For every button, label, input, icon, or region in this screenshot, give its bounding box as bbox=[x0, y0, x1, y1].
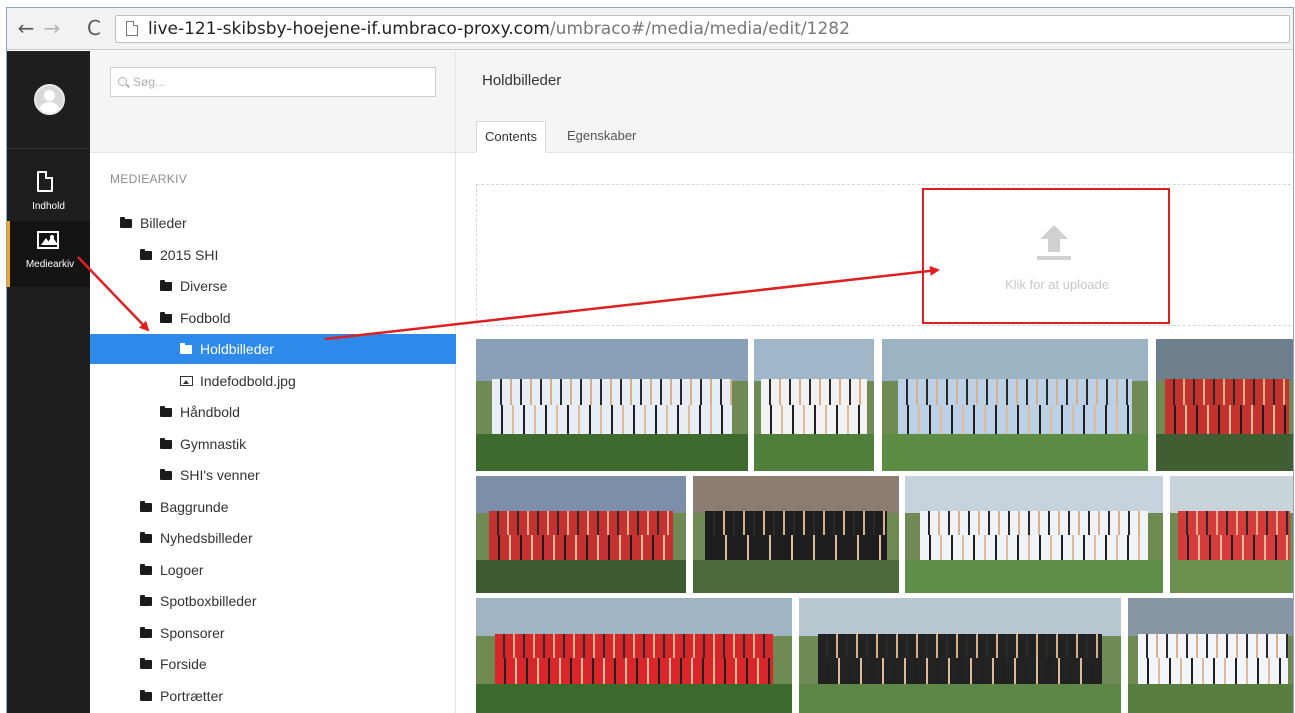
tree-node[interactable]: 2015 SHI bbox=[90, 240, 456, 270]
app-item-label: Indhold bbox=[32, 201, 65, 212]
folder-icon bbox=[160, 280, 172, 291]
tree-section-title: MEDIEARKIV bbox=[110, 172, 188, 186]
address-bar[interactable]: live-121-skibsby-hoejene-if.umbraco-prox… bbox=[115, 15, 1290, 43]
folder-icon bbox=[140, 563, 152, 575]
tree-node-label: Holdbilleder bbox=[200, 341, 274, 357]
tab-egenskaber[interactable]: Egenskaber bbox=[559, 121, 644, 153]
folder-icon bbox=[140, 595, 152, 606]
back-arrow-icon[interactable]: ← bbox=[15, 17, 37, 39]
tree-node-label: Fodbold bbox=[180, 309, 231, 326]
url-path: /umbraco#/media/media/edit/1282 bbox=[549, 19, 850, 39]
tree-node-label: Diverse bbox=[180, 278, 228, 294]
folder-icon bbox=[180, 343, 192, 354]
document-icon bbox=[37, 171, 53, 192]
media-thumbnail[interactable] bbox=[476, 598, 792, 713]
url-host: live-121-skibsby-hoejene-if.umbraco-prox… bbox=[148, 19, 550, 39]
image-icon bbox=[37, 231, 59, 249]
media-thumbnail[interactable] bbox=[1170, 476, 1293, 593]
media-thumbnail[interactable] bbox=[1128, 598, 1293, 713]
tree-node[interactable]: Fodbold bbox=[90, 303, 456, 333]
tree-node-label: 2015 SHI bbox=[160, 246, 219, 263]
tree-node[interactable]: SHI's venner bbox=[90, 460, 456, 490]
tree-node[interactable]: Spotboxbilleder bbox=[90, 586, 456, 616]
folder-icon bbox=[160, 437, 172, 449]
media-tree-panel: Søg... MEDIEARKIV Billeder 2015 SHI Divers… bbox=[90, 51, 456, 713]
tab-contents[interactable]: Contents bbox=[476, 121, 547, 153]
folder-icon bbox=[140, 532, 152, 543]
tree-node[interactable]: Baggrunde bbox=[90, 492, 456, 522]
folder-icon bbox=[160, 406, 172, 417]
tree-node-label: Logoer bbox=[160, 561, 204, 578]
tree-node[interactable]: Nyhedsbilleder bbox=[90, 523, 456, 553]
tree-node-label: SHI's venner bbox=[180, 467, 260, 483]
folder-icon bbox=[160, 311, 172, 323]
tree-node-label: Nyhedsbilleder bbox=[160, 530, 253, 546]
media-thumbnail[interactable] bbox=[1156, 339, 1293, 471]
page-title: Holdbilleder bbox=[482, 72, 562, 89]
tree-node[interactable]: Holdbilleder bbox=[90, 334, 456, 364]
folder-icon bbox=[140, 626, 152, 638]
annotation-highlight-box bbox=[922, 188, 1170, 324]
app-item-label: Mediearkiv bbox=[25, 259, 75, 270]
page-icon bbox=[126, 21, 138, 36]
search-placeholder: Søg... bbox=[133, 75, 166, 89]
tree-node[interactable]: Logoer bbox=[90, 555, 456, 585]
folder-icon bbox=[120, 217, 132, 228]
folder-icon bbox=[140, 248, 152, 260]
folder-icon bbox=[140, 658, 152, 669]
tree-node[interactable]: Gymnastik bbox=[90, 429, 456, 459]
tree-node[interactable]: Billeder bbox=[90, 208, 456, 238]
folder-icon bbox=[160, 469, 172, 480]
media-thumbnail[interactable] bbox=[799, 598, 1121, 713]
browser-toolbar: ← → C live-121-skibsby-hoejene-if.umbrac… bbox=[7, 8, 1293, 50]
search-input[interactable]: Søg... bbox=[110, 67, 436, 97]
image-file-icon bbox=[180, 375, 193, 386]
app-item-mediearkiv[interactable]: Mediearkiv bbox=[7, 221, 90, 287]
tree-node-label: Billeder bbox=[140, 215, 187, 231]
media-thumbnail[interactable] bbox=[905, 476, 1163, 593]
tree-node[interactable]: Indefodbold.jpg bbox=[90, 366, 456, 396]
tree-node-label: Spotboxbilleder bbox=[160, 593, 257, 609]
browser-window: ← → C live-121-skibsby-hoejene-if.umbrac… bbox=[6, 7, 1294, 713]
tree-node-label: Gymnastik bbox=[180, 435, 247, 452]
divider bbox=[7, 148, 90, 149]
search-icon bbox=[118, 77, 127, 86]
editor-header: Holdbilleder Contents Egenskaber bbox=[456, 51, 1293, 153]
media-thumbnail[interactable] bbox=[476, 476, 686, 593]
upload-dropzone[interactable]: Klik for at uploade bbox=[476, 184, 1293, 326]
media-thumbnail[interactable] bbox=[882, 339, 1148, 471]
tree-header: Søg... bbox=[90, 51, 455, 153]
tree-node[interactable]: Portrætter bbox=[90, 681, 456, 711]
media-thumbnail[interactable] bbox=[476, 339, 748, 471]
tree-node-label: Håndbold bbox=[180, 404, 240, 420]
tree-node[interactable]: Sponsorer bbox=[90, 618, 456, 648]
user-avatar[interactable] bbox=[34, 84, 65, 115]
tree-node-label: Indefodbold.jpg bbox=[200, 372, 296, 389]
app-navigation: Indhold Mediearkiv bbox=[7, 51, 90, 713]
media-editor: Holdbilleder Contents Egenskaber Klik fo… bbox=[456, 51, 1293, 713]
media-thumbnail[interactable] bbox=[693, 476, 899, 593]
tree-node[interactable]: Håndbold bbox=[90, 397, 456, 427]
tree-node[interactable]: Diverse bbox=[90, 271, 456, 301]
app-item-indhold[interactable]: Indhold bbox=[7, 163, 90, 229]
tree-node[interactable]: Forside bbox=[90, 649, 456, 679]
tree-node-label: Portrætter bbox=[160, 687, 224, 704]
forward-arrow-icon[interactable]: → bbox=[41, 17, 63, 39]
reload-icon[interactable]: C bbox=[83, 17, 105, 39]
tree-node-label: Sponsorer bbox=[160, 624, 225, 641]
folder-icon bbox=[140, 689, 152, 701]
folder-icon bbox=[140, 500, 152, 512]
tree-node-label: Forside bbox=[160, 656, 207, 672]
tree-node-label: Baggrunde bbox=[160, 498, 229, 515]
media-thumbnail[interactable] bbox=[754, 339, 874, 471]
